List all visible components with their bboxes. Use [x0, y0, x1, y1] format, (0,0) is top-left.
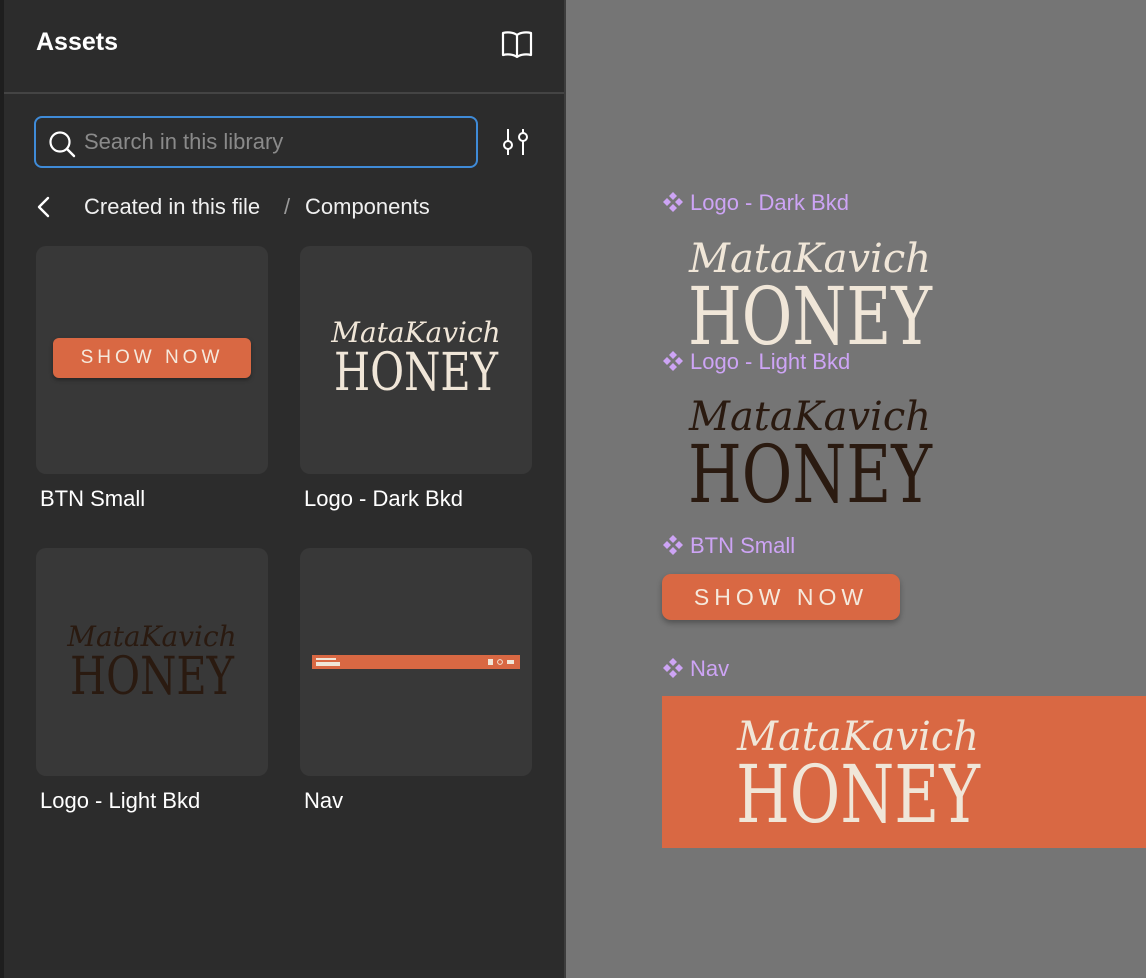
sliders-icon[interactable] — [500, 126, 532, 158]
component-label-logo-light[interactable]: Logo - Light Bkd — [662, 349, 850, 375]
logo-word: HONEY — [736, 748, 981, 828]
breadcrumb-parent[interactable]: Created in this file — [84, 194, 260, 220]
mini-nav-icons — [488, 659, 514, 665]
search-icon — [49, 131, 76, 158]
assets-panel: Assets Created in this file / Components… — [0, 0, 566, 978]
asset-card-nav[interactable] — [300, 548, 532, 776]
logo-word: HONEY — [70, 647, 235, 707]
component-label-btn-small[interactable]: BTN Small — [662, 533, 795, 559]
panel-title: Assets — [36, 28, 118, 56]
asset-card-logo-dark[interactable]: MataKavich HONEY — [300, 246, 532, 474]
mini-logo — [316, 658, 340, 666]
component-name: Logo - Light Bkd — [690, 349, 851, 374]
logo-dark-bkd[interactable]: MataKavich HONEY — [682, 234, 938, 348]
logo-light-bkd[interactable]: MataKavich HONEY — [682, 392, 938, 506]
component-icon — [663, 535, 683, 555]
logo-word: HONEY — [334, 343, 499, 403]
chevron-left-icon[interactable] — [34, 194, 54, 220]
breadcrumb-separator: / — [284, 194, 291, 219]
breadcrumb-current: Components — [305, 194, 430, 219]
asset-card-logo-light[interactable]: MataKavich HONEY — [36, 548, 268, 776]
asset-card-label: Logo - Light Bkd — [40, 788, 201, 813]
component-name: BTN Small — [690, 533, 796, 558]
component-name: Logo - Dark Bkd — [690, 190, 849, 215]
button-preview: SHOW NOW — [53, 338, 251, 378]
nav-logo[interactable]: MataKavich HONEY — [730, 712, 986, 828]
asset-card-label: Nav — [304, 788, 344, 813]
component-icon — [663, 658, 683, 678]
search-field[interactable] — [34, 116, 478, 168]
logo-preview: MataKavich HONEY — [330, 316, 500, 403]
asset-card-btn-small[interactable]: SHOW NOW — [36, 246, 268, 474]
component-name: Nav — [690, 656, 730, 681]
nav-bar[interactable]: MataKavich HONEY — [662, 696, 1146, 848]
book-icon[interactable] — [500, 28, 534, 60]
asset-card-label: Logo - Dark Bkd — [304, 486, 463, 511]
breadcrumb: Created in this file / Components — [34, 190, 554, 224]
component-label-logo-dark[interactable]: Logo - Dark Bkd — [662, 190, 849, 216]
logo-word: HONEY — [688, 428, 933, 506]
component-icon — [663, 192, 683, 212]
asset-card-label: BTN Small — [40, 486, 146, 511]
component-label-nav[interactable]: Nav — [662, 656, 729, 682]
search-input[interactable] — [84, 126, 464, 158]
panel-header: Assets — [4, 0, 564, 94]
component-icon — [663, 351, 683, 371]
logo-word: HONEY — [688, 270, 933, 348]
show-now-button[interactable]: SHOW NOW — [662, 574, 900, 620]
logo-preview: MataKavich HONEY — [66, 620, 236, 707]
nav-preview — [312, 655, 520, 669]
